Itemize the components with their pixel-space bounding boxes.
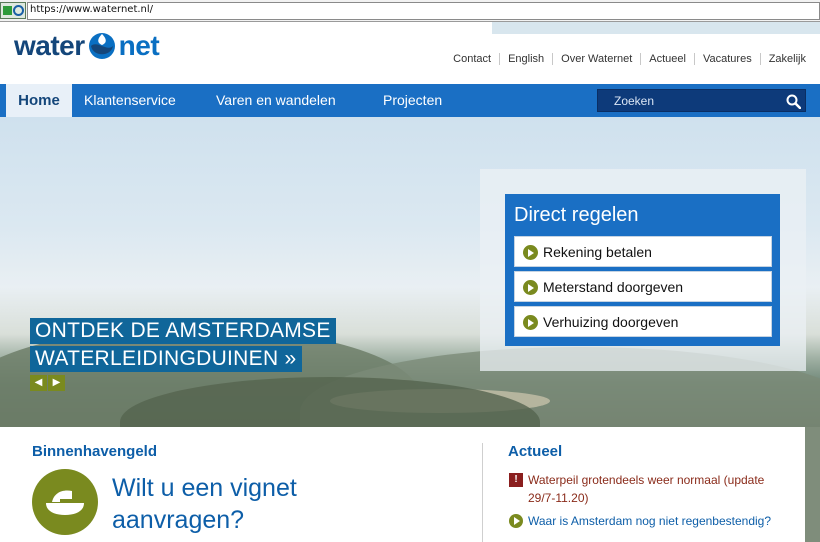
arrow-bullet-icon (523, 245, 538, 260)
util-link-english[interactable]: English (499, 53, 552, 65)
direct-regelen-title: Direct regelen (514, 204, 639, 226)
logo-word-net: net (118, 30, 160, 61)
rekening-betalen-button[interactable]: Rekening betalen (514, 236, 772, 267)
carousel-prev-icon[interactable]: ◀ (30, 375, 47, 391)
waternet-logo[interactable]: water net (14, 30, 160, 62)
util-link-contact[interactable]: Contact (445, 53, 499, 65)
vignet-link[interactable]: Wilt u een vignet aanvragen? (112, 472, 352, 536)
binnenhavengeld-heading[interactable]: Binnenhavengeld (32, 443, 157, 460)
util-link-actueel[interactable]: Actueel (640, 53, 694, 65)
button-label: Rekening betalen (543, 244, 652, 260)
carousel-controls: ◀ ▶ (30, 375, 65, 391)
util-link-vacatures[interactable]: Vacatures (693, 53, 760, 65)
logo-word-water: water (14, 30, 85, 61)
actueel-heading[interactable]: Actueel (508, 443, 562, 460)
search-input[interactable]: Zoeken (597, 89, 806, 112)
site-favicon-icon (0, 2, 26, 19)
utility-nav: Contact English Over Waternet Actueel Va… (445, 53, 806, 65)
content-area: Binnenhavengeld Wilt u een vignet aanvra… (5, 427, 805, 542)
background-edge (805, 427, 820, 542)
nav-tab-klantenservice[interactable]: Klantenservice (84, 84, 176, 117)
util-link-zakelijk[interactable]: Zakelijk (759, 53, 806, 65)
button-label: Verhuizing doorgeven (543, 314, 679, 330)
util-link-over-waternet[interactable]: Over Waternet (552, 53, 640, 65)
hero-promo-link[interactable]: ONTDEK DE AMSTERDAMSE WATERLEIDINGDUINEN… (30, 318, 336, 372)
promo-line-1: ONTDEK DE AMSTERDAMSE (30, 318, 336, 344)
browser-address-bar: https://www.waternet.nl/ (0, 0, 820, 22)
arrow-bullet-icon (523, 315, 538, 330)
button-label: Meterstand doorgeven (543, 279, 684, 295)
nav-tab-varen-en-wandelen[interactable]: Varen en wandelen (216, 84, 336, 117)
meterstand-doorgeven-button[interactable]: Meterstand doorgeven (514, 271, 772, 302)
search-icon[interactable] (786, 94, 801, 109)
carousel-next-icon[interactable]: ▶ (48, 375, 65, 391)
news-item-text[interactable]: Waterpeil grotendeels weer normaal (upda… (528, 471, 778, 507)
url-text[interactable]: https://www.waternet.nl/ (30, 4, 153, 15)
promo-line-2: WATERLEIDINGDUINEN » (30, 346, 302, 372)
arrow-bullet-icon (523, 280, 538, 295)
column-divider (482, 443, 483, 542)
header-top-strip (492, 22, 820, 34)
nav-tab-home[interactable]: Home (6, 84, 72, 117)
logo-drop-icon (88, 33, 115, 59)
verhuizing-doorgeven-button[interactable]: Verhuizing doorgeven (514, 306, 772, 337)
warning-icon: ! (509, 473, 523, 487)
nav-tab-projecten[interactable]: Projecten (383, 84, 442, 117)
search-placeholder: Zoeken (614, 94, 655, 108)
arrow-bullet-icon (509, 514, 523, 528)
direct-regelen-panel: Direct regelen Rekening betalen Metersta… (505, 194, 780, 346)
news-item-text[interactable]: Waar is Amsterdam nog niet regenbestendi… (528, 512, 778, 530)
boat-icon[interactable] (32, 469, 98, 535)
